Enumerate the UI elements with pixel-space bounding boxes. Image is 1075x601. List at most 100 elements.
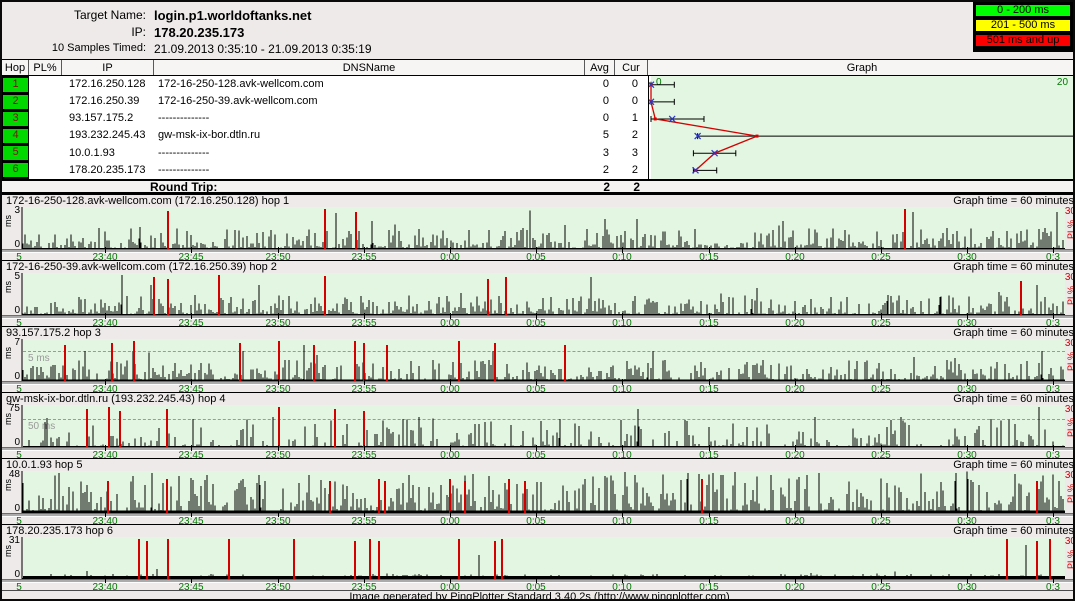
graph-time-label: Graph time = 60 minutes xyxy=(953,525,1074,537)
hop-number-cell: 6 xyxy=(2,162,29,179)
dns-cell: -------------- xyxy=(154,110,585,127)
round-trip-row: Round Trip: 2 2 xyxy=(2,179,1075,194)
avg-cell: 3 xyxy=(585,145,615,162)
packet-loss-cell xyxy=(29,110,62,127)
ip-label: IP: xyxy=(2,25,154,40)
legend-item: 201 - 500 ms xyxy=(975,19,1071,32)
column-header-avg: Avg xyxy=(585,60,615,75)
panel-plot-area: 31ms030PL% xyxy=(2,537,1075,579)
latency-chart xyxy=(2,537,1075,579)
column-header-ip: IP xyxy=(62,60,154,75)
graph-time-label: Graph time = 60 minutes xyxy=(953,327,1074,339)
ip-cell: 172.16.250.128 xyxy=(62,76,154,93)
hop-panel: 10.0.1.93 hop 5Graph time = 60 minutes48… xyxy=(2,458,1075,524)
panel-title-band: 10.0.1.93 hop 5Graph time = 60 minutes xyxy=(2,459,1075,471)
samples-label: 10 Samples Timed: xyxy=(2,42,154,56)
pingplotter-report-window: Target Name: login.p1.worldoftanks.net I… xyxy=(0,0,1075,601)
avg-cell: 0 xyxy=(585,93,615,110)
hop-panel: 93.157.175.2 hop 3 Graph time = 60 minute… xyxy=(2,326,1075,392)
table-header-row: HopPL%IPDNSNameAvgCurGraph xyxy=(2,59,1075,76)
latency-chart xyxy=(2,471,1075,513)
panel-title: 93.157.175.2 hop 3 xyxy=(6,327,101,339)
round-trip-label: Round Trip: xyxy=(150,181,217,193)
panel-plot-area: 5ms030PL% xyxy=(2,273,1075,315)
column-header-dnsname: DNSName xyxy=(154,60,585,75)
round-trip-avg: 2 xyxy=(585,180,610,194)
mini-scale-max: 20 xyxy=(1057,77,1069,88)
legend-item: 0 - 200 ms xyxy=(975,4,1071,17)
ip-cell: 193.232.245.43 xyxy=(62,127,154,144)
legend-item: 501 ms and up xyxy=(975,34,1071,47)
hop-number-cell: 5 xyxy=(2,145,29,162)
round-trip-cur: 2 xyxy=(615,180,640,194)
hop-number: 1 xyxy=(3,78,28,92)
hop-number: 5 xyxy=(3,146,28,160)
panel-title: 178.20.235.173 hop 6 xyxy=(6,525,113,537)
column-header-cur: Cur xyxy=(615,60,648,75)
cur-cell: 0 xyxy=(615,93,648,110)
column-header-graph: Graph xyxy=(648,60,1075,75)
hop-number: 4 xyxy=(3,129,28,143)
samples-value: 21.09.2013 0:35:10 - 21.09.2013 0:35:19 xyxy=(154,42,372,56)
hop-table: HopPL%IPDNSNameAvgCurGraph 020 1172.16.2… xyxy=(2,59,1075,194)
panel-title: 172-16-250-128.avk-wellcom.com (172.16.2… xyxy=(6,195,289,207)
graph-time-label: Graph time = 60 minutes xyxy=(953,195,1074,207)
hop-panel: 172-16-250-39.avk-wellcom.com (172.16.25… xyxy=(2,260,1075,326)
ip-cell: 93.157.175.2 xyxy=(62,110,154,127)
dns-cell: -------------- xyxy=(154,145,585,162)
panel-title-band: 172-16-250-39.avk-wellcom.com (172.16.25… xyxy=(2,261,1075,273)
latency-legend: 0 - 200 ms 201 - 500 ms 501 ms and up xyxy=(973,2,1073,52)
report-header: Target Name: login.p1.worldoftanks.net I… xyxy=(2,2,977,57)
ip-value: 178.20.235.173 xyxy=(154,25,244,40)
cur-cell: 2 xyxy=(615,162,648,179)
cur-cell: 1 xyxy=(615,110,648,127)
panel-title-band: 172-16-250-128.avk-wellcom.com (172.16.2… xyxy=(2,195,1075,207)
latency-chart xyxy=(2,339,1075,381)
panel-plot-area: 3ms030PL% xyxy=(2,207,1075,249)
hop-number-cell: 2 xyxy=(2,93,29,110)
panel-title: gw-msk-ix-bor.dtln.ru (193.232.245.43) h… xyxy=(6,393,226,405)
column-header-hop: Hop xyxy=(2,60,29,75)
graph-time-label: Graph time = 60 minutes xyxy=(953,261,1074,273)
panel-plot-area: 75ms030PL%50 ms xyxy=(2,405,1075,447)
packet-loss-cell xyxy=(29,127,62,144)
dns-cell: 172-16-250-39.avk-wellcom.com xyxy=(154,93,585,110)
panel-title-band: 178.20.235.173 hop 6 Graph time = 60 minu… xyxy=(2,525,1075,537)
hop-number-cell: 1 xyxy=(2,76,29,93)
hop-timeline-panels: 172-16-250-128.avk-wellcom.com (172.16.2… xyxy=(2,194,1075,590)
panel-title-band: 93.157.175.2 hop 3 Graph time = 60 minute… xyxy=(2,327,1075,339)
hop-panel: 178.20.235.173 hop 6 Graph time = 60 minu… xyxy=(2,524,1075,590)
hop-panel: 172-16-250-128.avk-wellcom.com (172.16.2… xyxy=(2,194,1075,260)
trace-summary-graph: 0 20 xyxy=(648,76,1075,179)
target-name-value: login.p1.worldoftanks.net xyxy=(154,8,311,23)
hop-number-cell: 4 xyxy=(2,127,29,144)
avg-cell: 0 xyxy=(585,110,615,127)
panel-plot-area: 7ms030PL%5 ms xyxy=(2,339,1075,381)
column-header-pl: PL% xyxy=(29,60,62,75)
latency-chart xyxy=(2,207,1075,249)
packet-loss-cell xyxy=(29,93,62,110)
ip-cell: 10.0.1.93 xyxy=(62,145,154,162)
ip-cell: 172.16.250.39 xyxy=(62,93,154,110)
cur-cell: 0 xyxy=(615,76,648,93)
hop-panel: gw-msk-ix-bor.dtln.ru (193.232.245.43) h… xyxy=(2,392,1075,458)
avg-cell: 5 xyxy=(585,127,615,144)
latency-chart xyxy=(2,405,1075,447)
dns-cell: gw-msk-ix-bor.dtln.ru xyxy=(154,127,585,144)
latency-chart xyxy=(2,273,1075,315)
hop-rows: 020 1172.16.250.128172-16-250-128.avk-we… xyxy=(2,76,1075,179)
packet-loss-cell xyxy=(29,76,62,93)
mini-scale-min: 0 xyxy=(656,77,662,88)
graph-time-label: Graph time = 60 minutes xyxy=(953,459,1074,471)
hop-number: 6 xyxy=(3,163,28,177)
avg-cell: 2 xyxy=(585,162,615,179)
cur-cell: 3 xyxy=(615,145,648,162)
avg-cell: 0 xyxy=(585,76,615,93)
hop-number: 3 xyxy=(3,112,28,126)
target-name-label: Target Name: xyxy=(2,8,154,23)
hop-number: 2 xyxy=(3,95,28,109)
packet-loss-cell xyxy=(29,162,62,179)
dns-cell: -------------- xyxy=(154,162,585,179)
panel-title-band: gw-msk-ix-bor.dtln.ru (193.232.245.43) h… xyxy=(2,393,1075,405)
dns-cell: 172-16-250-128.avk-wellcom.com xyxy=(154,76,585,93)
